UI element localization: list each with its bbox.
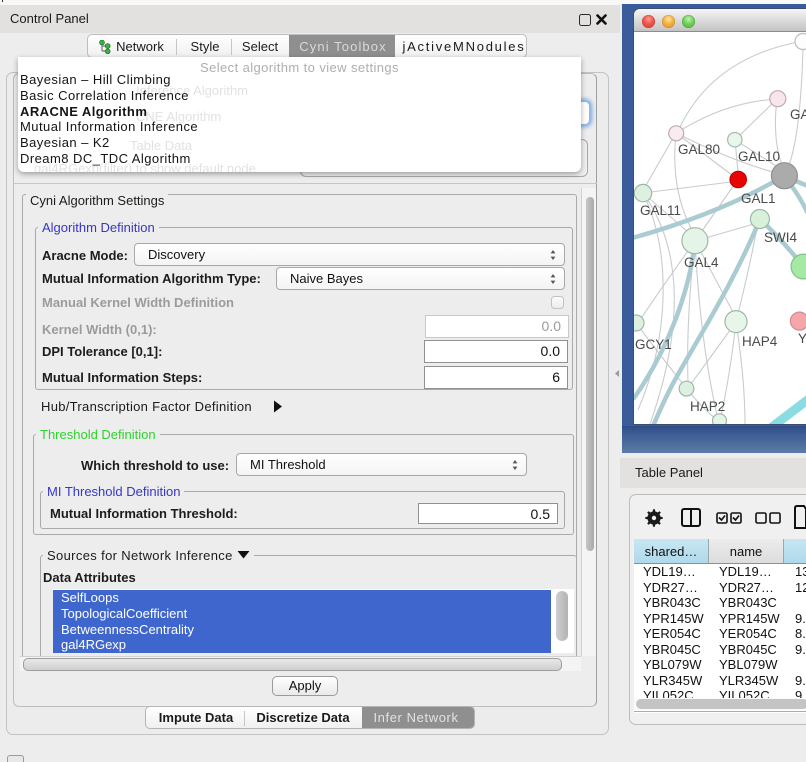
- svg-text:HAP2: HAP2: [690, 399, 725, 414]
- svg-text:HAP4: HAP4: [742, 334, 778, 349]
- svg-text:SWI4: SWI4: [764, 230, 797, 245]
- svg-text:GAL80: GAL80: [678, 142, 720, 157]
- svg-text:GAL11: GAL11: [640, 203, 681, 218]
- svg-text:GCY1: GCY1: [635, 337, 672, 352]
- svg-text:Y: Y: [798, 331, 806, 346]
- svg-text:GAL10: GAL10: [738, 149, 780, 164]
- svg-text:GAL4: GAL4: [684, 255, 719, 270]
- svg-text:GAL1: GAL1: [741, 191, 776, 206]
- svg-text:GAL: GAL: [790, 107, 806, 122]
